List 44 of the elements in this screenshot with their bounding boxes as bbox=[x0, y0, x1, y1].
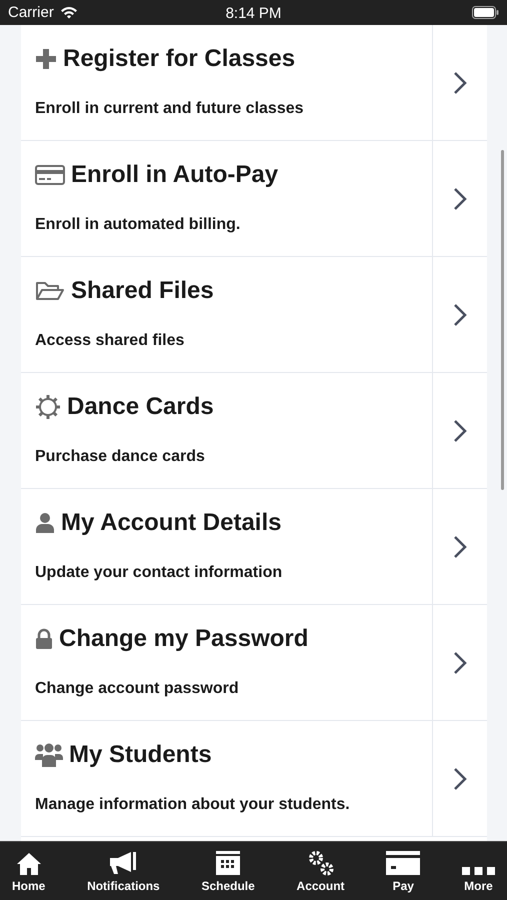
carrier-label: Carrier bbox=[8, 4, 54, 21]
lock-icon bbox=[35, 628, 53, 650]
chevron-right-icon[interactable] bbox=[453, 650, 467, 674]
group-icon bbox=[35, 742, 63, 768]
credit-card-icon bbox=[35, 164, 65, 186]
menu-item-title[interactable]: Register for Classes bbox=[63, 45, 296, 73]
gears-icon bbox=[308, 850, 334, 876]
plus-icon bbox=[35, 48, 57, 70]
menu-item-subtitle: Access shared files bbox=[35, 332, 186, 350]
tab-button[interactable]: Account bbox=[290, 842, 351, 900]
tab-button[interactable]: Home bbox=[6, 842, 52, 900]
battery-icon bbox=[472, 6, 499, 19]
user-icon bbox=[35, 512, 55, 534]
chevron-right-icon[interactable] bbox=[453, 302, 467, 326]
folder-icon bbox=[35, 280, 65, 302]
tab-button[interactable]: Notifications bbox=[81, 842, 166, 900]
tab-button[interactable]: Schedule bbox=[195, 842, 261, 900]
menu-item-title[interactable]: Change my Password bbox=[59, 625, 308, 653]
chevron-right-icon[interactable] bbox=[453, 534, 467, 558]
menu-item-title[interactable]: Enroll in Auto-Pay bbox=[71, 161, 278, 189]
more-icon bbox=[462, 866, 495, 876]
chevron-right-icon[interactable] bbox=[453, 766, 467, 790]
menu-item-title[interactable]: Shared Files bbox=[71, 277, 214, 305]
chevron-right-icon[interactable] bbox=[453, 70, 467, 94]
chevron-right-icon[interactable] bbox=[453, 186, 467, 210]
credit-card-icon bbox=[386, 850, 420, 876]
calendar-icon bbox=[216, 850, 240, 876]
home-icon bbox=[16, 852, 42, 876]
cog-outline-icon bbox=[35, 394, 61, 420]
menu-item-subtitle: Enroll in automated billing. bbox=[35, 216, 242, 234]
menu-item-subtitle: Manage information about your students. bbox=[35, 796, 351, 814]
chevron-right-icon[interactable] bbox=[453, 418, 467, 442]
menu-item-title[interactable]: My Students bbox=[69, 741, 212, 769]
menu-item-title[interactable]: Dance Cards bbox=[67, 393, 214, 421]
wifi-icon bbox=[60, 6, 78, 19]
menu-item-title[interactable]: My Account Details bbox=[61, 509, 282, 537]
tab-button[interactable]: Pay bbox=[380, 842, 426, 900]
menu-item-subtitle: Change account password bbox=[35, 680, 240, 698]
menu-item-subtitle: Enroll in current and future classes bbox=[35, 100, 305, 118]
menu-item-subtitle: Purchase dance cards bbox=[35, 448, 206, 466]
menu-item-subtitle: Update your contact information bbox=[35, 564, 284, 582]
megaphone-icon bbox=[109, 850, 138, 876]
tab-button[interactable]: More bbox=[456, 842, 501, 900]
clock-time: 8:14 PM bbox=[226, 5, 282, 22]
